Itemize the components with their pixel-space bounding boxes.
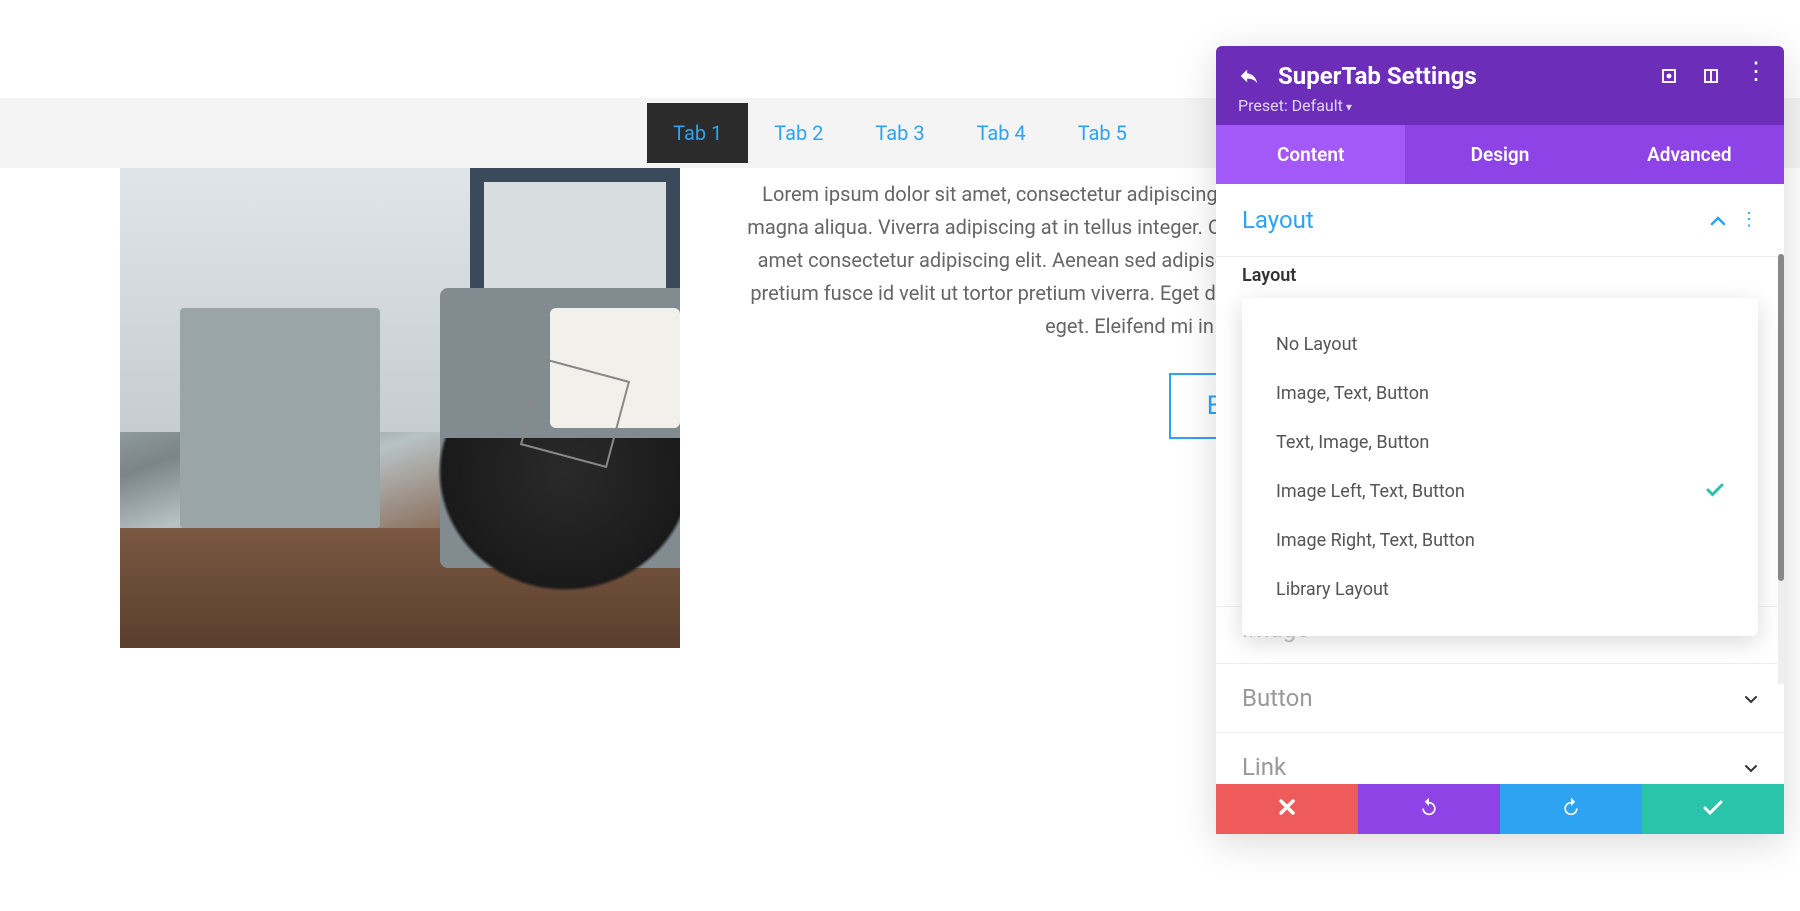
tab-3[interactable]: Tab 3 [849,103,950,163]
check-icon [1706,481,1724,502]
undo-button[interactable] [1358,784,1500,834]
panel-tab-design[interactable]: Design [1405,125,1594,184]
section-layout-content: Layout No Layout Image, Text, Button Tex… [1216,257,1784,606]
back-icon[interactable] [1238,65,1260,87]
columns-icon[interactable] [1702,67,1720,85]
scrollbar[interactable] [1778,254,1784,684]
panel-title: SuperTab Settings [1278,62,1642,90]
layout-dropdown[interactable]: No Layout Image, Text, Button Text, Imag… [1242,298,1758,584]
settings-panel: SuperTab Settings ⋮ Preset: Default Cont… [1216,46,1784,834]
section-layout-header[interactable]: Layout ⋮ [1216,184,1784,257]
layout-option-image-left[interactable]: Image Left, Text, Button [1250,467,1750,516]
panel-body: Layout ⋮ Layout No Layout Image, Text, B… [1216,184,1784,784]
layout-option-image-text-button[interactable]: Image, Text, Button [1250,369,1750,418]
save-button[interactable] [1642,784,1784,834]
panel-header: SuperTab Settings ⋮ Preset: Default [1216,46,1784,125]
layout-dropdown-menu: No Layout Image, Text, Button Text, Imag… [1242,298,1758,636]
section-link-header[interactable]: Link [1216,733,1784,784]
redo-button[interactable] [1500,784,1642,834]
panel-footer [1216,784,1784,834]
undo-icon [1419,796,1439,822]
layout-option-library[interactable]: Library Layout [1250,565,1750,614]
panel-tab-content[interactable]: Content [1216,125,1405,184]
chevron-up-icon [1710,210,1726,231]
section-menu-icon[interactable]: ⋮ [1740,216,1758,223]
section-link-title: Link [1242,753,1286,781]
panel-tabs: Content Design Advanced [1216,125,1784,184]
expand-icon[interactable] [1660,67,1678,85]
content-image [120,168,680,648]
close-icon [1278,797,1296,822]
layout-option-image-right[interactable]: Image Right, Text, Button [1250,516,1750,565]
preset-selector[interactable]: Preset: Default [1238,96,1762,115]
chevron-down-icon [1744,688,1758,709]
chevron-down-icon [1744,757,1758,778]
section-button-title: Button [1242,684,1313,712]
section-button-header[interactable]: Button [1216,664,1784,733]
layout-field-label: Layout [1242,265,1758,286]
tab-4[interactable]: Tab 4 [951,103,1052,163]
panel-tab-advanced[interactable]: Advanced [1595,125,1784,184]
layout-option-no-layout[interactable]: No Layout [1250,320,1750,369]
layout-option-text-image-button[interactable]: Text, Image, Button [1250,418,1750,467]
tab-5[interactable]: Tab 5 [1052,103,1153,163]
cancel-button[interactable] [1216,784,1358,834]
section-layout-title: Layout [1242,206,1314,234]
check-icon [1703,797,1723,822]
redo-icon [1561,796,1581,822]
tab-2[interactable]: Tab 2 [748,103,849,163]
tab-1[interactable]: Tab 1 [647,103,748,163]
menu-dots-icon[interactable]: ⋮ [1744,67,1762,85]
